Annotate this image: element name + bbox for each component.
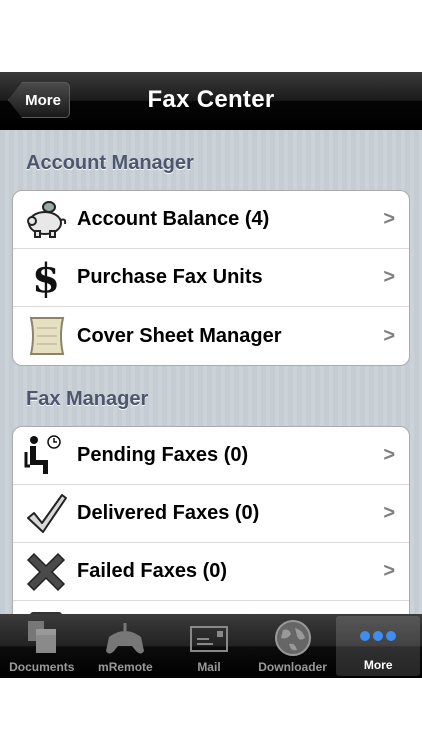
more-dots-icon [356,616,400,656]
tab-downloader[interactable]: Downloader [251,614,335,678]
navigation-bar: More Fax Center [0,72,422,130]
globe-icon [271,618,315,658]
row-cover-sheet-manager[interactable]: Cover Sheet Manager > [13,307,409,365]
row-label: Purchase Fax Units [77,266,263,288]
row-label: Cover Sheet Manager [77,324,282,347]
documents-icon [20,618,64,658]
gamepad-icon [103,618,147,658]
tab-mremote[interactable]: mRemote [84,614,168,678]
tab-label: Documents [9,660,75,674]
checkmark-icon [21,491,71,537]
chevron-right-icon: > [383,502,395,524]
piggy-bank-icon [21,197,71,243]
row-label: Pending Faxes (0) [77,444,249,466]
tab-label: mRemote [98,660,153,674]
fax-manager-group: Pending Faxes (0) > Delivered Faxes (0) … [12,426,410,626]
row-failed-faxes[interactable]: Failed Faxes (0) > [13,543,409,601]
row-purchase-fax-units[interactable]: $ Purchase Fax Units > [13,249,409,307]
dollar-icon: $ [32,254,60,302]
row-label: Failed Faxes (0) [77,560,228,582]
chevron-right-icon: > [383,208,395,230]
chevron-right-icon: > [383,266,395,288]
row-account-balance[interactable]: Account Balance (4) > [13,191,409,249]
section-header-fax-manager: Fax Manager [26,388,149,410]
mail-icon [187,618,231,658]
row-pending-faxes[interactable]: Pending Faxes (0) > [13,427,409,485]
tab-label: Downloader [258,660,327,674]
tab-documents[interactable]: Documents [0,614,84,678]
page-title: Fax Center [147,86,275,113]
tab-more[interactable]: More [336,616,420,676]
row-label: Account Balance (4) [77,208,270,230]
tab-bar: Documents mRemote Mail Downloader More [0,614,422,678]
row-delivered-faxes[interactable]: Delivered Faxes (0) > [13,485,409,543]
chevron-right-icon: > [383,324,395,347]
chevron-right-icon: > [383,444,395,466]
scroll-icon [21,313,71,359]
section-header-account-manager: Account Manager [26,152,194,174]
tab-mail[interactable]: Mail [167,614,251,678]
waiting-person-icon [21,433,71,479]
tab-label: More [363,658,393,672]
tab-label: Mail [197,660,221,674]
row-label: Delivered Faxes (0) [77,502,260,524]
content-area[interactable]: Account Manager Account Balance (4) > $ … [0,130,422,626]
x-mark-icon [21,549,71,595]
app-screen: More Fax Center Account Manager Account [0,72,422,678]
chevron-right-icon: > [383,560,395,582]
account-manager-group: Account Balance (4) > $ Purchase Fax Uni… [12,190,410,366]
